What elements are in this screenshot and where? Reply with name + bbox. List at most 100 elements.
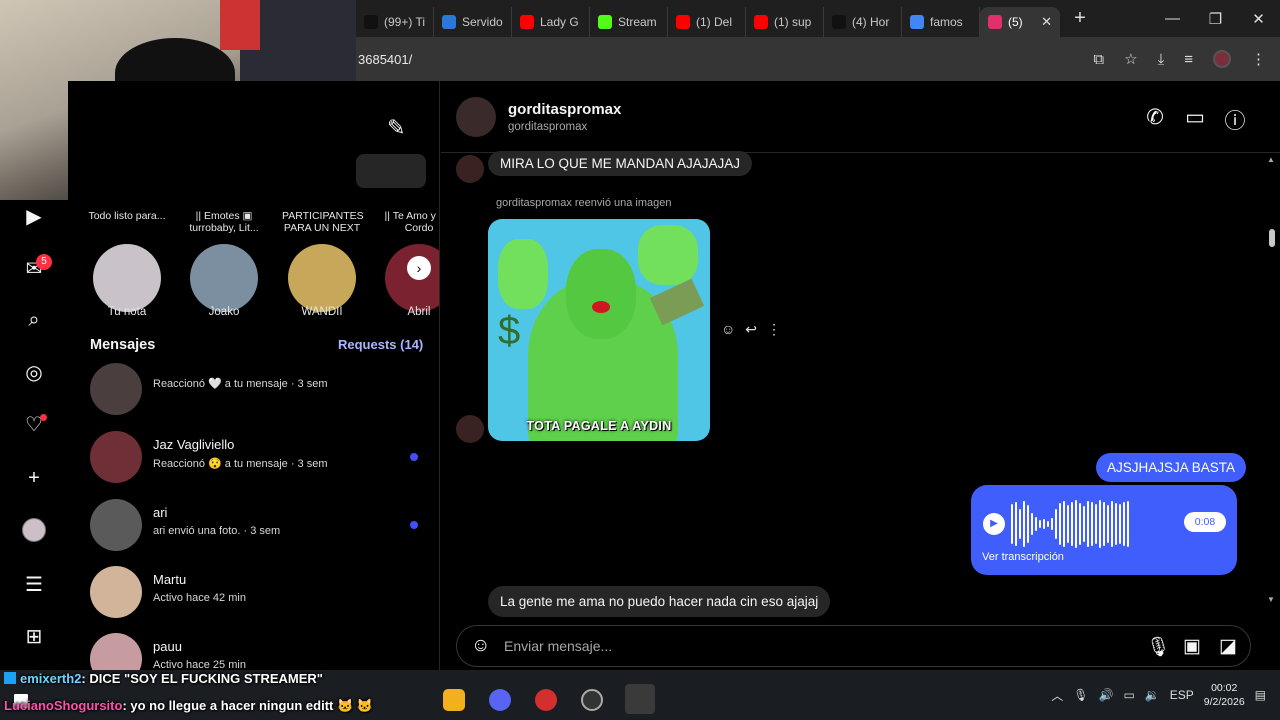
emoji-picker-icon[interactable]: ☺ [471, 635, 490, 657]
discord-icon[interactable] [489, 689, 511, 711]
note-name: WANDII [301, 306, 343, 318]
browser-tab[interactable]: (1) sup [746, 7, 824, 37]
apps-grid-icon[interactable]: ⊞ [22, 624, 46, 648]
sender-avatar[interactable] [456, 155, 484, 183]
conversation-name: pauu [153, 639, 182, 654]
message-composer[interactable]: ☺ Enviar mensaje... 🎙 ▣ ◪ [456, 625, 1251, 667]
waveform-bar [1123, 502, 1125, 546]
note-text: PARTICIPANTES PARA UN NEXT [282, 210, 364, 234]
sender-avatar[interactable] [456, 415, 484, 443]
tray-volume-icon[interactable]: 🔉 [1145, 688, 1160, 702]
browser-tab[interactable]: (5) ✕ [980, 7, 1060, 37]
address-bar-actions: ⧉ ☆ ⤓ ≡ ⋮ [1093, 50, 1280, 68]
minimize-button[interactable]: — [1151, 10, 1194, 28]
chat-scrollbar[interactable]: ▲ ▼ [1264, 153, 1280, 613]
new-tab-button[interactable]: + [1066, 7, 1094, 30]
waveform-bar [1027, 505, 1029, 543]
url-text[interactable]: 3685401/ [356, 52, 412, 67]
note-item[interactable]: PARTICIPANTES PARA UN NEXT WANDII [282, 206, 364, 321]
reply-icon[interactable]: ↩ [745, 321, 757, 338]
view-transcript-link[interactable]: Ver transcripción [982, 551, 1064, 563]
unread-dot [410, 521, 418, 529]
scroll-down-icon[interactable]: ▼ [1267, 595, 1275, 604]
conversation-item[interactable]: Reaccionó 🤍 a tu mensaje · 3 sem [90, 363, 430, 423]
browser-tab[interactable]: (1) Del [668, 7, 746, 37]
notes-next-arrow-icon[interactable]: › [407, 256, 431, 280]
note-item[interactable]: || Emotes ▣ turrobaby, Lit... Joako [184, 206, 264, 321]
download-icon[interactable]: ⤓ [1158, 51, 1165, 68]
chat-title[interactable]: gorditaspromax [508, 101, 621, 118]
waveform-bar [1103, 502, 1105, 546]
stream-chat-line: emixerth2: DICE "SOY EL FUCKING STREAMER… [4, 671, 323, 686]
tray-language[interactable]: ESP [1170, 688, 1194, 702]
conversation-list-panel: ✎ Todo listo para... Tu nota || Emotes ▣ t… [68, 81, 440, 670]
browser-tab[interactable]: (4) Hor [824, 7, 902, 37]
voice-waveform[interactable] [1011, 499, 1171, 549]
conversation-avatar [90, 566, 142, 618]
more-options-icon[interactable]: ⋮ [767, 321, 781, 338]
compose-message-icon[interactable]: ✎ [387, 115, 405, 141]
info-icon[interactable]: ⓘ [1224, 105, 1246, 135]
conversation-item[interactable]: pauu Activo hace 25 min [90, 633, 430, 670]
scroll-up-icon[interactable]: ▲ [1267, 155, 1275, 164]
tray-network-icon[interactable]: ▭ [1123, 688, 1134, 702]
react-emoji-icon[interactable]: ☺ [721, 321, 735, 338]
chat-avatar[interactable] [456, 97, 496, 137]
note-item[interactable]: Todo listo para... Tu nota [87, 206, 167, 321]
voice-duration: 0:08 [1184, 512, 1226, 532]
tray-mic-icon[interactable]: 🎙 [1073, 688, 1088, 702]
outgoing-message: AJSJHAJSJA BASTA [1096, 453, 1247, 482]
bookmark-star-icon[interactable]: ☆ [1124, 50, 1137, 68]
microphone-icon[interactable]: 🎙 [1146, 635, 1170, 659]
more-menu-icon[interactable]: ☰ [22, 572, 46, 596]
search-box[interactable] [356, 154, 426, 188]
chrome-menu-icon[interactable]: ⋮ [1251, 50, 1266, 68]
sticker-icon[interactable]: ◪ [1218, 635, 1238, 659]
image-upload-icon[interactable]: ▣ [1182, 635, 1202, 659]
media-control-icon[interactable]: ≡ [1184, 51, 1193, 68]
notification-center-icon[interactable]: ▤ [1255, 688, 1266, 702]
video-call-icon[interactable]: ▭ [1184, 105, 1206, 135]
tab-label: Lady G [540, 15, 579, 29]
search-icon[interactable]: ⌕ [22, 308, 46, 332]
message-input[interactable]: Enviar mensaje... [504, 638, 612, 654]
scroll-thumb[interactable] [1269, 229, 1275, 247]
taskbar-clock[interactable]: 00:02 9/2/2026 [1204, 681, 1245, 709]
browser-tab[interactable]: Servido [434, 7, 512, 37]
phone-call-icon[interactable]: ✆ [1144, 105, 1166, 135]
note-name: Tu nota [107, 306, 147, 318]
create-plus-icon[interactable]: + [22, 466, 46, 490]
waveform-bar [1011, 504, 1013, 544]
tray-expand-icon[interactable]: ︿ [1051, 687, 1063, 704]
waveform-bar [1127, 501, 1129, 547]
obs-icon[interactable] [581, 689, 603, 711]
chrome-taskbar-icon[interactable] [625, 684, 655, 714]
reels-icon[interactable]: ▶ [22, 204, 46, 228]
close-window-button[interactable]: ✕ [1237, 10, 1280, 28]
conversation-item[interactable]: Jaz Vagliviello Reaccionó 😯 a tu mensaje … [90, 431, 430, 491]
tab-label: famos [930, 15, 963, 29]
tray-speaker-icon[interactable]: 🔊 [1099, 688, 1114, 702]
forwarded-image[interactable]: $ TOTA PAGALE A AYDIN [488, 219, 710, 441]
explore-compass-icon[interactable]: ◎ [22, 360, 46, 384]
profile-avatar-rail[interactable] [22, 518, 46, 542]
maximize-button[interactable]: ❐ [1194, 10, 1237, 28]
browser-tab[interactable]: famos [902, 7, 980, 37]
conversation-item[interactable]: Martu Activo hace 42 min [90, 566, 430, 626]
meme-character-lips [592, 301, 610, 313]
browser-tab[interactable]: Lady G [512, 7, 590, 37]
close-tab-icon[interactable]: ✕ [1041, 14, 1052, 30]
x-icon [832, 15, 846, 29]
profile-avatar[interactable] [1213, 50, 1231, 68]
chat-header-actions: ✆ ▭ ⓘ [1144, 105, 1246, 135]
play-icon[interactable]: ▶ [983, 513, 1005, 535]
browser-tab[interactable]: (99+) Ti [356, 7, 434, 37]
unread-dot [410, 453, 418, 461]
browser-tab[interactable]: Stream [590, 7, 668, 37]
conversation-item[interactable]: ari ari envió una foto. · 3 sem [90, 499, 430, 559]
requests-link[interactable]: Requests (14) [338, 337, 423, 352]
note-avatar [93, 244, 161, 312]
install-app-icon[interactable]: ⧉ [1093, 51, 1104, 68]
recording-app-icon[interactable] [535, 689, 557, 711]
file-explorer-icon[interactable] [443, 689, 465, 711]
